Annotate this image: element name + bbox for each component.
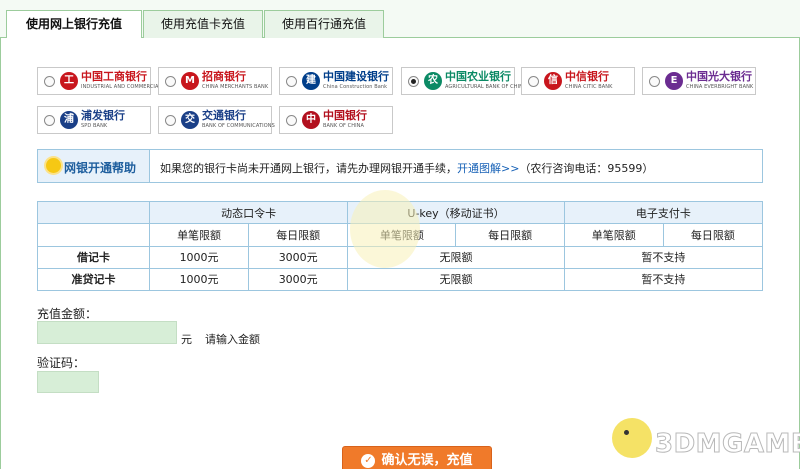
- help-text-line: 如果您的银行卡尚未开通网上银行，请先办理网银开通手续，开通图解>>（农行咨询电话…: [160, 160, 653, 176]
- bank-subname: China Construction Bank: [323, 84, 388, 90]
- table-cell: 3000元: [248, 245, 349, 269]
- captcha-label: 验证码：: [37, 356, 86, 370]
- bank-radio[interactable]: [165, 76, 176, 87]
- bank-radio[interactable]: [165, 115, 176, 126]
- table-cell: 无限额: [347, 267, 565, 292]
- bank-subname: CHINA EVERBRIGHT BANK: [686, 84, 754, 90]
- bank-name: 中国工商银行: [81, 70, 147, 83]
- abc-logo-icon: 农: [424, 72, 442, 90]
- table-cell: 3000元: [248, 267, 349, 292]
- mascot-watermark-icon: [350, 190, 420, 268]
- table-cell: 1000元: [148, 267, 250, 292]
- bank-option-citic[interactable]: 信 中信银行 CHINA CITIC BANK: [521, 67, 635, 95]
- amount-hint: 请输入金额: [205, 333, 260, 346]
- table-corner: [37, 200, 150, 225]
- bank-subname: CHINA MERCHANTS BANK: [202, 84, 269, 90]
- help-title: 网银开通帮助: [64, 161, 137, 175]
- tab-prepaid-card[interactable]: 使用充值卡充值: [143, 10, 263, 38]
- bank-name: 浦发银行: [81, 109, 125, 122]
- tab-baihangtong[interactable]: 使用百行通充值: [264, 10, 384, 38]
- sub-header-cell: 单笔限额: [148, 223, 250, 247]
- group-dynamic-token: 动态口令卡: [148, 200, 349, 225]
- online-banking-help: 网银开通帮助 如果您的银行卡尚未开通网上银行，请先办理网银开通手续，开通图解>>…: [37, 149, 763, 183]
- confirm-recharge-button[interactable]: ✓ 确认无误，充值: [342, 446, 492, 469]
- sub-header-cell: 单笔限额: [563, 223, 664, 247]
- table-row: 准贷记卡 1000元 3000元 无限额 暂不支持: [37, 267, 764, 292]
- bank-option-abc[interactable]: 农 中国农业银行 AGRICULTURAL BANK OF CHINA: [401, 67, 526, 95]
- row-label: 准贷记卡: [37, 267, 150, 292]
- bank-name: 中国农业银行: [445, 70, 511, 83]
- spdb-logo-icon: 浦: [60, 111, 78, 129]
- bank-name: 中信银行: [565, 70, 609, 83]
- bank-radio[interactable]: [408, 76, 419, 87]
- bank-radio[interactable]: [286, 115, 297, 126]
- bank-option-cmb[interactable]: M 招商银行 CHINA MERCHANTS BANK: [158, 67, 272, 95]
- icbc-logo-icon: 工: [60, 72, 78, 90]
- bank-radio[interactable]: [44, 115, 55, 126]
- bank-option-boc[interactable]: 中 中国银行 BANK OF CHINA: [279, 106, 393, 134]
- bank-name: 中国光大银行: [686, 70, 752, 83]
- cmb-logo-icon: M: [181, 72, 199, 90]
- sub-header-cell: 每日限额: [455, 223, 565, 247]
- bocom-logo-icon: 交: [181, 111, 199, 129]
- ceb-logo-icon: E: [665, 72, 683, 90]
- ccb-logo-icon: 建: [302, 72, 320, 90]
- bank-name: 中国银行: [323, 109, 367, 122]
- mascot-logo-icon: [612, 418, 652, 458]
- help-header: 网银开通帮助: [38, 150, 150, 182]
- tab-bar: 使用网上银行充值 使用充值卡充值 使用百行通充值: [0, 0, 800, 39]
- boc-logo-icon: 中: [302, 111, 320, 129]
- bank-subname: AGRICULTURAL BANK OF CHINA: [445, 84, 527, 90]
- bank-name: 招商银行: [202, 70, 246, 83]
- bank-subname: CHINA CITIC BANK: [565, 84, 613, 90]
- check-circle-icon: ✓: [361, 453, 376, 468]
- help-text: 如果您的银行卡尚未开通网上银行，请先办理网银开通手续，: [160, 162, 457, 175]
- bank-name: 交通银行: [202, 109, 246, 122]
- help-phone: （农行咨询电话：95599）: [519, 162, 654, 175]
- captcha-input[interactable]: [37, 371, 99, 393]
- group-epay-card: 电子支付卡: [563, 200, 764, 225]
- bank-subname: BANK OF CHINA: [323, 123, 365, 129]
- bank-radio[interactable]: [649, 76, 660, 87]
- row-label: 借记卡: [37, 245, 150, 269]
- bank-radio[interactable]: [528, 76, 539, 87]
- bank-radio[interactable]: [286, 76, 297, 87]
- table-cell: 暂不支持: [563, 245, 764, 269]
- bank-option-bocom[interactable]: 交 交通银行 BANK OF COMMUNICATIONS: [158, 106, 275, 134]
- activation-guide-link[interactable]: 开通图解>>: [457, 162, 519, 175]
- bank-radio[interactable]: [44, 76, 55, 87]
- citic-logo-icon: 信: [544, 72, 562, 90]
- bank-option-spdb[interactable]: 浦 浦发银行 SPD BANK: [37, 106, 151, 134]
- tab-online-banking[interactable]: 使用网上银行充值: [6, 10, 142, 39]
- table-cell: 暂不支持: [563, 267, 764, 292]
- bank-option-ceb[interactable]: E 中国光大银行 CHINA EVERBRIGHT BANK: [642, 67, 756, 95]
- confirm-label: 确认无误，充值: [381, 453, 473, 468]
- sub-header-cell: 每日限额: [248, 223, 349, 247]
- watermark-3dmgame: 3DMGAME: [654, 429, 800, 460]
- bank-name: 中国建设银行: [323, 70, 389, 83]
- bank-subname: BANK OF COMMUNICATIONS: [202, 123, 275, 129]
- table-corner: [37, 223, 150, 247]
- bank-option-icbc[interactable]: 工 中国工商银行 INDUSTRIAL AND COMMERCIAL BANK …: [37, 67, 204, 95]
- sub-header-cell: 每日限额: [662, 223, 764, 247]
- table-cell: 1000元: [148, 245, 250, 269]
- amount-label: 充值金额：: [37, 307, 98, 321]
- lightbulb-icon: [46, 158, 61, 173]
- bank-subname: SPD BANK: [81, 123, 108, 129]
- amount-unit: 元: [181, 333, 192, 346]
- amount-input[interactable]: [37, 321, 177, 344]
- bank-option-ccb[interactable]: 建 中国建设银行 China Construction Bank: [279, 67, 393, 95]
